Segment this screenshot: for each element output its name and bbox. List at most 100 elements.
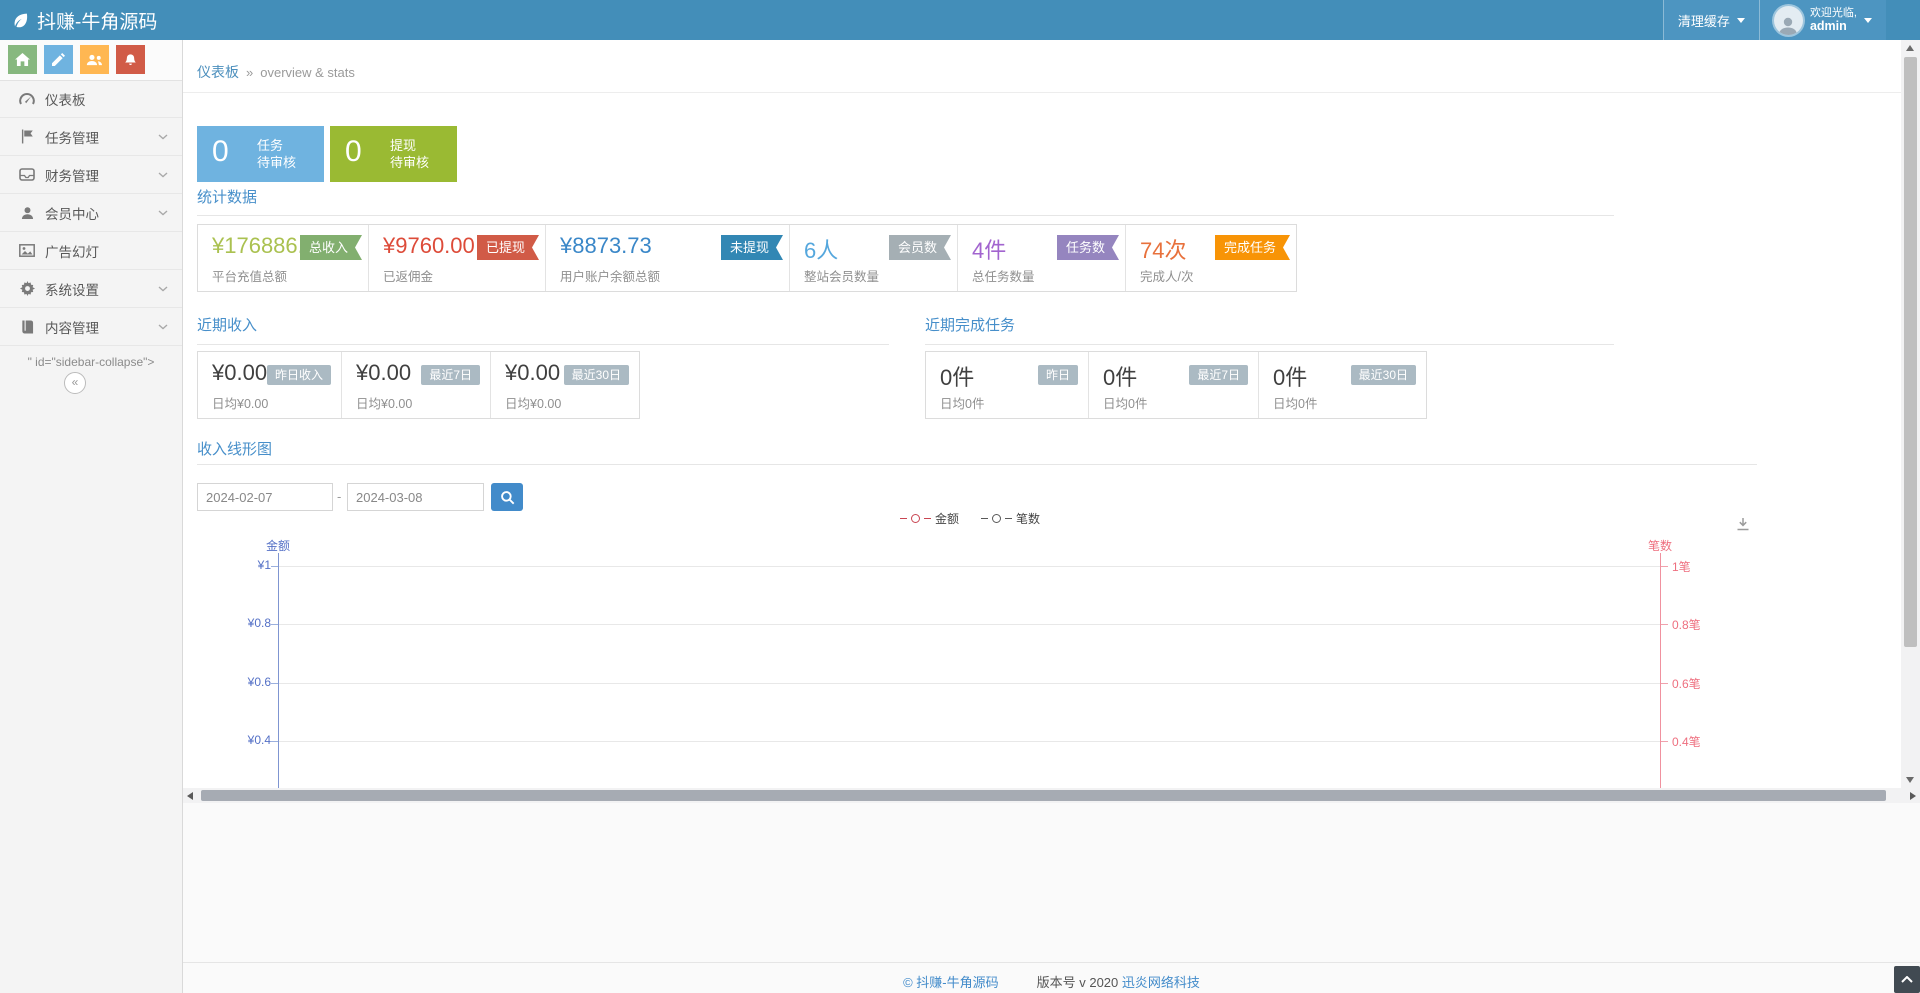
recent-income-container: ¥0.00 昨日收入 日均¥0.00 ¥0.00 最近7日 日均¥0.00 ¥0… (197, 351, 640, 419)
y-axis-right-tick: 0.6笔 (1672, 675, 1701, 692)
footer-copyright-link[interactable]: © 抖赚-牛角源码 (903, 972, 999, 991)
search-icon (500, 490, 515, 505)
pending-tasks-infobox[interactable]: 0 任务 待审核 (197, 126, 324, 182)
y-axis-right-tick: 0.8笔 (1672, 616, 1701, 633)
drive-icon (18, 168, 36, 181)
recent-tasks-title: 近期完成任务 (925, 314, 1015, 335)
sidebar-collapse-button[interactable]: « (64, 372, 86, 394)
image-icon (18, 244, 36, 257)
gridline (279, 683, 1660, 684)
sidebar-item-label: 任务管理 (45, 127, 99, 147)
stat-sublabel: 已返佣金 (383, 266, 433, 285)
footer-version: 版本号 v 2020 迅炎网络科技 (1037, 972, 1200, 991)
stat-badge: 未提现 (721, 235, 783, 260)
income-cell-yesterday: ¥0.00 昨日收入 日均¥0.00 (198, 352, 342, 418)
sidebar-item-dashboard[interactable]: 仪表板 (0, 80, 182, 118)
pending-withdrawals-infobox[interactable]: 0 提现 待审核 (330, 126, 457, 182)
date-to-input[interactable] (347, 483, 484, 511)
download-chart-button[interactable] (1735, 516, 1751, 532)
scroll-left-arrow-icon[interactable] (187, 792, 193, 800)
sidebar-item-ad-slides[interactable]: 广告幻灯 (0, 232, 182, 270)
clear-cache-menu[interactable]: 清理缓存 (1663, 0, 1759, 40)
leaf-icon (12, 12, 29, 29)
gridline (279, 566, 1660, 567)
stat-sublabel: 完成人/次 (1140, 266, 1193, 285)
legend-item-count[interactable]: 笔数 (981, 510, 1040, 527)
footer-company-link[interactable]: 迅炎网络科技 (1122, 975, 1200, 990)
sidebar: 仪表板 任务管理 财务管理 会员中心 (0, 40, 183, 993)
stat-badge: 完成任务 (1215, 235, 1290, 260)
stat-sublabel: 整站会员数量 (804, 266, 879, 285)
income-cell-30days: ¥0.00 最近30日 日均¥0.00 (491, 352, 639, 418)
breadcrumb-home-link[interactable]: 仪表板 (197, 62, 239, 82)
infobox-line2: 待审核 (390, 154, 429, 171)
sidebar-item-members[interactable]: 会员中心 (0, 194, 182, 232)
book-icon (18, 320, 36, 334)
username-text: admin (1810, 20, 1857, 33)
scroll-down-arrow-icon[interactable] (1906, 777, 1914, 783)
scroll-up-arrow-icon[interactable] (1906, 45, 1914, 51)
y-axis-left-tick: ¥0.6 (217, 675, 271, 689)
horizontal-scrollbar-thumb[interactable] (201, 790, 1886, 801)
page-lower-area: © 抖赚-牛角源码 版本号 v 2020 迅炎网络科技 (183, 803, 1920, 993)
users-shortcut-button[interactable] (80, 45, 109, 74)
sidebar-item-tasks[interactable]: 任务管理 (0, 118, 182, 156)
section-divider (197, 215, 1614, 216)
task-sublabel: 日均0件 (1273, 393, 1317, 412)
home-shortcut-button[interactable] (8, 45, 37, 74)
date-from-input[interactable] (197, 483, 333, 511)
date-range-separator: - (337, 489, 341, 504)
sidebar-item-settings[interactable]: 系统设置 (0, 270, 182, 308)
recent-tasks-container: 0件 昨日 日均0件 0件 最近7日 日均0件 0件 最近30日 日均0件 (925, 351, 1427, 419)
vertical-scrollbar-thumb[interactable] (1904, 57, 1917, 647)
sidebar-item-label: 财务管理 (45, 165, 99, 185)
stat-sublabel: 平台充值总额 (212, 266, 287, 285)
user-icon (18, 206, 36, 220)
breadcrumb-current: overview & stats (260, 65, 355, 80)
stat-value: ¥8873.73 (560, 233, 652, 259)
sidebar-item-content[interactable]: 内容管理 (0, 308, 182, 346)
sidebar-item-label: 系统设置 (45, 279, 99, 299)
legend-label: 金额 (935, 510, 959, 527)
task-badge: 昨日 (1038, 365, 1078, 385)
axis-tick-mark (271, 683, 278, 684)
axis-tick-mark (271, 624, 278, 625)
horizontal-scrollbar (183, 788, 1920, 803)
main-content: 仪表板 » overview & stats 0 任务 待审核 0 提现 待审核… (183, 40, 1901, 788)
stat-badge: 会员数 (889, 235, 951, 260)
chevron-down-icon (158, 324, 168, 330)
axis-tick-mark (271, 566, 278, 567)
task-sublabel: 日均0件 (940, 393, 984, 412)
income-badge: 最近7日 (421, 365, 480, 385)
sidebar-item-finance[interactable]: 财务管理 (0, 156, 182, 194)
income-value: ¥0.00 (505, 360, 560, 386)
stat-cell-members: 6人 会员数 整站会员数量 (790, 225, 958, 291)
search-button[interactable] (491, 483, 523, 511)
stat-value: 6人 (804, 233, 838, 265)
stat-cell-total-income: ¥176886.00 总收入 平台充值总额 (198, 225, 369, 291)
breadcrumb-divider (183, 92, 1901, 93)
edit-shortcut-button[interactable] (44, 45, 73, 74)
bell-icon (124, 53, 137, 67)
clear-cache-label: 清理缓存 (1678, 11, 1730, 30)
chevron-down-icon (158, 210, 168, 216)
axis-tick-mark (1661, 683, 1668, 684)
section-divider (925, 344, 1614, 345)
scroll-right-arrow-icon[interactable] (1910, 792, 1916, 800)
brand-link[interactable]: 抖赚-牛角源码 (12, 0, 157, 40)
angle-double-left-icon: « (72, 375, 79, 389)
income-value: ¥0.00 (212, 360, 267, 386)
brand-title: 抖赚-牛角源码 (37, 7, 157, 34)
chart-section-title: 收入线形图 (197, 438, 272, 459)
task-value: 0件 (1273, 360, 1307, 392)
income-badge: 最近30日 (564, 365, 629, 385)
stats-container: ¥176886.00 总收入 平台充值总额 ¥9760.00 已提现 已返佣金 … (197, 224, 1297, 292)
back-to-top-button[interactable] (1894, 966, 1920, 993)
legend-item-amount[interactable]: 金额 (900, 510, 959, 527)
user-menu[interactable]: 欢迎光临, admin (1759, 0, 1886, 40)
axis-tick-mark (1661, 741, 1668, 742)
flag-icon (18, 129, 36, 144)
stat-badge: 任务数 (1057, 235, 1119, 260)
notifications-shortcut-button[interactable] (116, 45, 145, 74)
sidebar-menu: 仪表板 任务管理 财务管理 会员中心 (0, 80, 182, 346)
